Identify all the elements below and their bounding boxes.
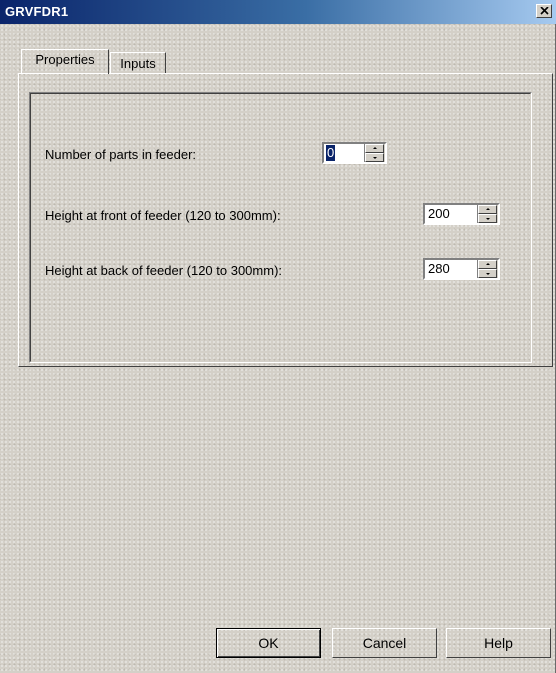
window-title: GRVFDR1: [5, 4, 69, 19]
front-height-spin-down-button[interactable]: [478, 214, 497, 223]
arrow-up-icon: [373, 147, 377, 149]
arrow-up-icon: [486, 208, 490, 210]
close-icon: [540, 7, 549, 15]
ok-button[interactable]: OK: [216, 628, 321, 658]
parts-label: Number of parts in feeder:: [45, 147, 197, 162]
parts-value[interactable]: 0: [326, 145, 336, 161]
front-height-value[interactable]: 200: [427, 206, 451, 222]
arrow-up-icon: [486, 263, 490, 265]
properties-group-box: [29, 92, 532, 363]
back-height-spin-up-button[interactable]: [478, 260, 497, 269]
back-height-spinbox[interactable]: 280: [423, 258, 500, 280]
arrow-down-icon: [373, 157, 377, 159]
front-height-spinbox[interactable]: 200: [423, 203, 500, 225]
front-height-spin-arrows: [477, 205, 498, 223]
back-height-spin-arrows: [477, 260, 498, 278]
tab-inputs[interactable]: Inputs: [110, 52, 166, 74]
arrow-down-icon: [486, 273, 490, 275]
back-height-label: Height at back of feeder (120 to 300mm):: [45, 263, 283, 278]
parts-spinbox[interactable]: 0: [322, 142, 387, 164]
front-height-spin-up-button[interactable]: [478, 205, 497, 214]
tab-properties[interactable]: Properties: [21, 49, 109, 74]
front-height-label: Height at front of feeder (120 to 300mm)…: [45, 208, 281, 223]
cancel-button[interactable]: Cancel: [332, 628, 437, 658]
parts-spin-up-button[interactable]: [365, 144, 384, 153]
dialog-window: GRVFDR1 Properties Inputs Number of part…: [0, 0, 556, 673]
back-height-value[interactable]: 280: [427, 261, 451, 277]
arrow-down-icon: [486, 218, 490, 220]
close-button[interactable]: [536, 4, 552, 18]
back-height-spin-down-button[interactable]: [478, 269, 497, 278]
title-bar[interactable]: GRVFDR1: [0, 0, 556, 24]
parts-spin-arrows: [364, 144, 385, 162]
tab-inputs-label: Inputs: [120, 56, 156, 71]
parts-spin-down-button[interactable]: [365, 153, 384, 162]
tab-properties-label: Properties: [35, 52, 95, 67]
help-button[interactable]: Help: [446, 628, 551, 658]
